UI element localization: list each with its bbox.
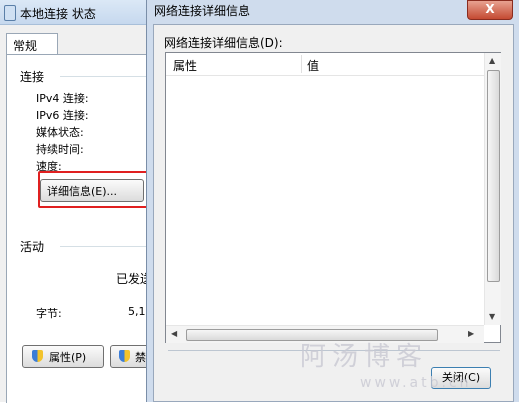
uac-shield-icon [119, 350, 130, 362]
list-header: 属性 值 [166, 53, 484, 76]
connection-group-label: 连接 [20, 70, 45, 84]
front-window-title-bar[interactable]: 网络连接详细信息 X [147, 0, 519, 24]
scroll-left-icon[interactable]: ◀ [171, 329, 177, 338]
column-header-value[interactable]: 值 [307, 57, 319, 74]
properties-button[interactable]: 属性(P) [22, 345, 104, 368]
connection-group-divider [60, 76, 150, 77]
details-list-label: 网络连接详细信息(D): [164, 36, 283, 50]
column-header-property[interactable]: 属性 [173, 57, 197, 74]
local-connection-status-window: 本地连接 状态 常规 连接 IPv4 连接: IPv6 连接: 媒体状态: 持续… [0, 0, 172, 403]
duration-label: 持续时间: [36, 143, 84, 156]
scroll-up-icon[interactable]: ▲ [489, 56, 495, 65]
column-divider[interactable] [301, 55, 302, 73]
front-window-title: 网络连接详细信息 [154, 4, 251, 18]
ipv6-label: IPv6 连接: [36, 109, 89, 122]
back-window-title: 本地连接 状态 [20, 7, 96, 21]
tab-general-label: 常规 [13, 39, 38, 53]
scroll-down-icon[interactable]: ▼ [489, 312, 495, 321]
vertical-scroll-thumb[interactable] [487, 70, 500, 282]
uac-shield-icon [32, 350, 43, 362]
activity-group-divider [60, 246, 150, 247]
back-window-title-bar[interactable]: 本地连接 状态 [0, 0, 160, 25]
properties-button-label: 属性(P) [49, 351, 87, 364]
highlight-box [38, 171, 148, 208]
scroll-right-icon[interactable]: ▶ [468, 329, 474, 338]
watermark-url: www.atb.cn [360, 375, 472, 391]
details-list[interactable]: 属性 值 ▲ ▼ ◀ ▶ [165, 52, 501, 343]
bytes-sent-value: 5,1 [128, 305, 146, 318]
tab-general[interactable]: 常规 [6, 33, 58, 55]
window-close-icon[interactable]: X [467, 0, 513, 20]
activity-group-label: 活动 [20, 240, 45, 254]
network-adapter-icon [4, 5, 16, 21]
watermark-text: 阿汤博客 [300, 342, 429, 372]
vertical-scrollbar[interactable]: ▲ ▼ [484, 53, 501, 325]
bytes-label: 字节: [36, 307, 62, 320]
disable-button-label: 禁 [135, 351, 146, 364]
media-state-label: 媒体状态: [36, 126, 84, 139]
ipv4-label: IPv4 连接: [36, 92, 89, 105]
